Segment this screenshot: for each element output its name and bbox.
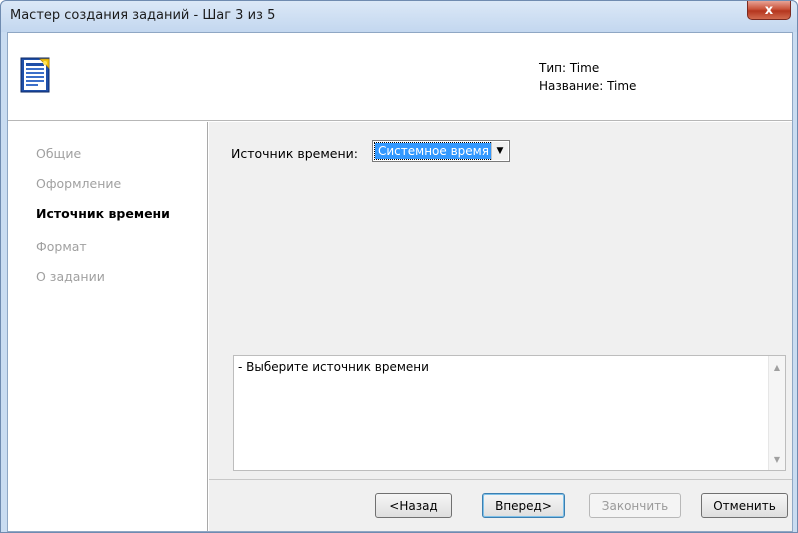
title-bar[interactable]: Мастер создания заданий - Шаг 3 из 5 x	[1, 1, 797, 32]
time-source-value: Системное время	[374, 142, 493, 160]
step-format[interactable]: Формат	[36, 239, 87, 254]
time-source-select[interactable]: Системное время ▼	[372, 140, 510, 162]
scroll-down-icon[interactable]: ▼	[769, 451, 785, 467]
scroll-up-icon[interactable]: ▲	[769, 359, 785, 375]
finish-button[interactable]: Закончить	[589, 493, 681, 518]
step-general[interactable]: Общие	[36, 146, 81, 161]
wizard-steps-sidebar: Общие Оформление Источник времени Формат…	[8, 122, 208, 531]
step-about-task[interactable]: О задании	[36, 269, 105, 284]
task-type: Тип: Time	[539, 61, 600, 75]
wizard-content: Источник времени: Системное время ▼ - Вы…	[209, 122, 792, 531]
chevron-down-icon[interactable]: ▼	[491, 142, 508, 160]
wizard-document-icon	[20, 57, 50, 93]
time-source-label: Источник времени:	[231, 146, 358, 161]
task-info: Тип: Time Название: Time	[539, 59, 636, 95]
description-scrollbar[interactable]: ▲ ▼	[768, 356, 785, 470]
description-text: - Выберите источник времени	[238, 360, 429, 374]
step-time-source[interactable]: Источник времени	[36, 206, 170, 221]
window-title: Мастер создания заданий - Шаг 3 из 5	[10, 8, 276, 23]
cancel-button[interactable]: Отменить	[701, 493, 788, 518]
description-box[interactable]: - Выберите источник времени ▲ ▼	[233, 355, 786, 471]
button-separator	[209, 479, 792, 480]
step-appearance[interactable]: Оформление	[36, 176, 121, 191]
wizard-client-area: Тип: Time Название: Time Общие Оформлени…	[7, 32, 793, 532]
next-button[interactable]: Вперед>	[482, 493, 565, 518]
close-button[interactable]: x	[747, 1, 791, 20]
close-icon: x	[764, 2, 774, 18]
wizard-window: Мастер создания заданий - Шаг 3 из 5 x Т…	[0, 0, 798, 533]
back-button[interactable]: <Назад	[375, 493, 452, 518]
wizard-header: Тип: Time Название: Time	[8, 33, 792, 121]
task-name: Название: Time	[539, 79, 637, 93]
